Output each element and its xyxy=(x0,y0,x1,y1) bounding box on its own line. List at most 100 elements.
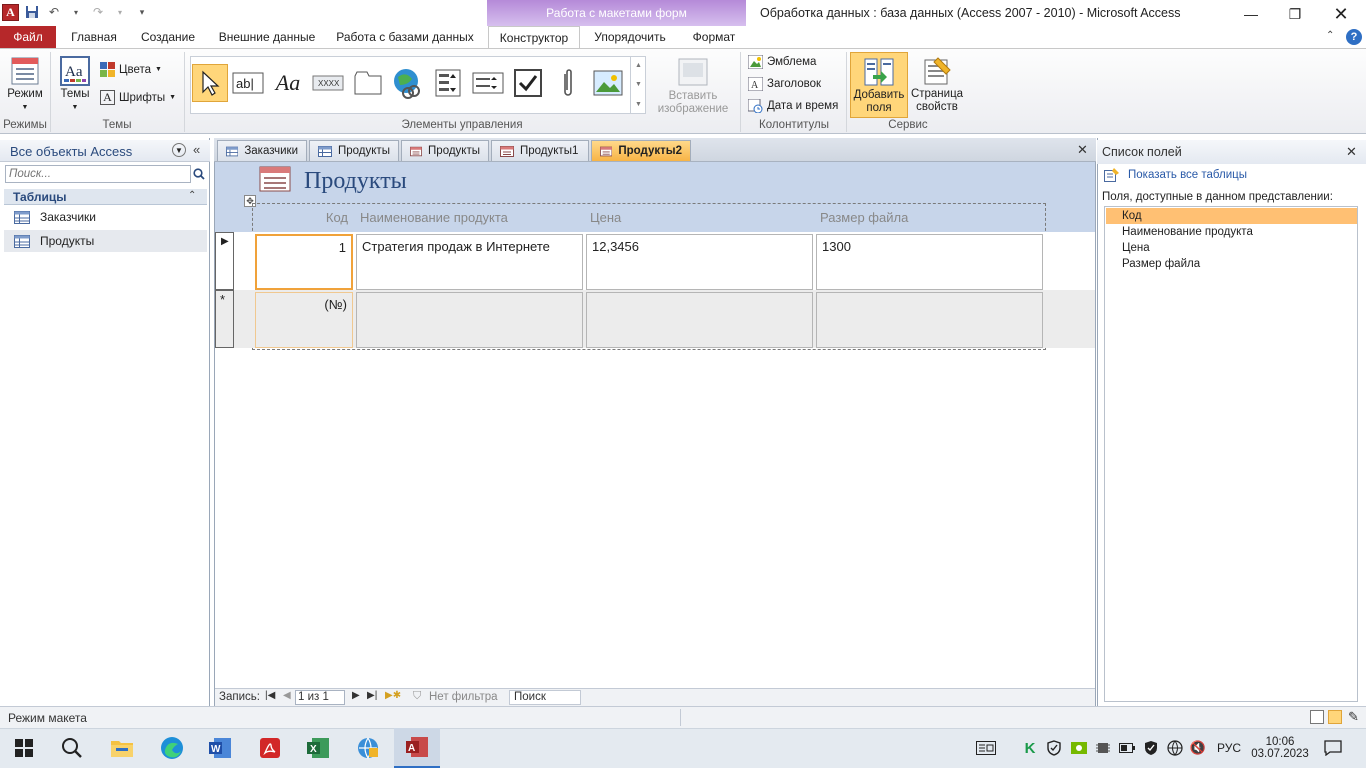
nav-header[interactable]: Все объекты Access ▼ « xyxy=(0,140,210,162)
restore-button[interactable]: ❐ xyxy=(1272,0,1318,28)
field-item-price[interactable]: Цена xyxy=(1106,240,1357,256)
form-view-switch-icon[interactable] xyxy=(1310,710,1324,724)
windows-start-icon[interactable] xyxy=(4,728,44,768)
pdf-reader-icon[interactable] xyxy=(250,728,290,768)
tab-format[interactable]: Формат xyxy=(682,26,746,48)
doc-tab-products-form[interactable]: Продукты xyxy=(401,140,489,161)
first-record-icon[interactable]: |◀ xyxy=(265,690,275,701)
field-item-name[interactable]: Наименование продукта xyxy=(1106,224,1357,240)
notifications-icon[interactable] xyxy=(1322,738,1344,758)
add-fields-button[interactable]: Добавить поля xyxy=(850,52,908,118)
new-cell-code[interactable]: (№) xyxy=(255,292,353,348)
customize-qat-icon[interactable]: ▾ xyxy=(133,3,151,21)
image-control-icon[interactable] xyxy=(590,64,626,102)
new-cell-price[interactable] xyxy=(586,292,813,348)
chip-icon[interactable] xyxy=(1094,738,1112,758)
gallery-more-icon[interactable]: ▼ xyxy=(635,101,642,108)
tab-arrange[interactable]: Упорядочить xyxy=(584,26,676,48)
tab-file[interactable]: Файл xyxy=(0,26,56,48)
network-globe-icon[interactable] xyxy=(1166,738,1184,758)
doc-tab-customers[interactable]: Заказчики xyxy=(217,140,307,161)
filter-status[interactable]: Нет фильтра xyxy=(429,691,498,703)
datetime-button[interactable]: Дата и время xyxy=(748,99,838,113)
option-group-icon[interactable] xyxy=(470,64,506,102)
attachment-icon[interactable] xyxy=(550,64,586,102)
form-title[interactable]: Продукты xyxy=(304,168,407,195)
tab-external-data[interactable]: Внешние данные xyxy=(212,26,322,48)
nav-item-products[interactable]: Продукты xyxy=(4,230,207,252)
access-taskbar-icon[interactable]: A xyxy=(394,728,440,768)
save-icon[interactable] xyxy=(23,3,41,21)
navigation-control-icon[interactable] xyxy=(430,64,466,102)
doc-tab-products-table[interactable]: Продукты xyxy=(309,140,399,161)
record-position-input[interactable]: 1 из 1 xyxy=(295,690,345,705)
kaspersky-icon[interactable]: K xyxy=(1022,738,1038,758)
nvidia-icon[interactable] xyxy=(1070,738,1088,758)
language-indicator[interactable]: РУС xyxy=(1214,738,1244,758)
help-icon[interactable]: ? xyxy=(1346,29,1362,45)
undo-icon[interactable]: ↶ xyxy=(45,3,63,21)
themes-button[interactable]: Aa Темы ▼ xyxy=(56,54,94,114)
network-tool-icon[interactable] xyxy=(348,728,388,768)
field-item-code[interactable]: Код xyxy=(1106,208,1357,224)
select-pointer-icon[interactable] xyxy=(192,64,228,102)
column-header-filesize[interactable]: Размер файла xyxy=(820,210,908,225)
cell-code[interactable]: 1 xyxy=(255,234,353,290)
last-record-icon[interactable]: ▶| xyxy=(367,690,377,701)
emblem-button[interactable]: Эмблема xyxy=(748,55,816,69)
doc-tab-products1[interactable]: Продукты1 xyxy=(491,140,589,161)
redo-icon[interactable]: ↷ xyxy=(89,3,107,21)
field-item-filesize[interactable]: Размер файла xyxy=(1106,256,1357,272)
next-record-icon[interactable]: ▶ xyxy=(352,690,360,701)
checkbox-control-icon[interactable] xyxy=(510,64,546,102)
button-control-icon[interactable]: XXXX xyxy=(310,64,346,102)
gallery-down-icon[interactable]: ▼ xyxy=(635,81,642,88)
excel-icon[interactable]: X xyxy=(298,728,338,768)
security-shield-icon[interactable] xyxy=(1045,738,1063,758)
nav-menu-icon[interactable]: ▼ xyxy=(172,143,186,157)
nav-item-customers[interactable]: Заказчики xyxy=(4,206,207,228)
tab-control-icon[interactable] xyxy=(350,64,386,102)
nav-category-tables[interactable]: Таблицы ⌃ xyxy=(4,189,207,205)
hyperlink-icon[interactable] xyxy=(390,64,426,102)
collapse-category-icon[interactable]: ⌃ xyxy=(188,190,196,201)
collapse-nav-icon[interactable]: « xyxy=(193,142,200,157)
show-all-tables-link[interactable]: Показать все таблицы xyxy=(1104,168,1247,182)
record-search-input[interactable]: Поиск xyxy=(509,690,581,705)
file-explorer-icon[interactable] xyxy=(102,728,142,768)
new-record-selector[interactable]: * xyxy=(215,290,234,348)
prev-record-icon[interactable]: ◀ xyxy=(283,690,291,701)
doc-tab-products2[interactable]: Продукты2 xyxy=(591,140,691,161)
new-cell-filesize[interactable] xyxy=(816,292,1043,348)
edge-icon[interactable] xyxy=(152,728,192,768)
dropdown-icon[interactable]: ▾ xyxy=(111,3,129,21)
new-record-nav-icon[interactable]: ▶✱ xyxy=(385,690,401,701)
dropdown-icon[interactable]: ▾ xyxy=(67,3,85,21)
volume-muted-icon[interactable]: 🔇 xyxy=(1189,738,1207,758)
tab-home[interactable]: Главная xyxy=(62,26,126,48)
design-view-switch-icon[interactable]: ✎ xyxy=(1348,709,1359,725)
column-header-name[interactable]: Наименование продукта xyxy=(360,210,508,225)
record-selector[interactable]: ▶ xyxy=(215,232,234,290)
heading-button[interactable]: A Заголовок xyxy=(748,77,821,91)
insert-image-button[interactable]: Вставить изображение xyxy=(650,54,736,116)
minimize-button[interactable]: — xyxy=(1228,0,1274,28)
access-app-icon[interactable]: A xyxy=(2,3,19,21)
battery-icon[interactable] xyxy=(1118,738,1136,758)
fonts-button[interactable]: A Шрифты ▼ xyxy=(100,90,176,105)
shield-check-icon[interactable] xyxy=(1142,738,1160,758)
colors-button[interactable]: Цвета ▼ xyxy=(100,62,162,77)
cell-price[interactable]: 12,3456 xyxy=(586,234,813,290)
word-icon[interactable]: W xyxy=(200,728,240,768)
tab-create[interactable]: Создание xyxy=(134,26,202,48)
property-sheet-button[interactable]: Страница свойств xyxy=(910,54,964,114)
cell-filesize[interactable]: 1300 xyxy=(816,234,1043,290)
clock[interactable]: 10:06 03.07.2023 xyxy=(1250,731,1310,765)
close-button[interactable]: ✕ xyxy=(1318,0,1364,28)
search-icon[interactable] xyxy=(52,728,92,768)
tab-design[interactable]: Конструктор xyxy=(488,26,580,49)
layout-view-switch-icon[interactable] xyxy=(1328,710,1342,724)
close-document-icon[interactable]: ✕ xyxy=(1077,142,1088,158)
new-cell-name[interactable] xyxy=(356,292,583,348)
close-field-list-icon[interactable]: ✕ xyxy=(1346,144,1357,160)
